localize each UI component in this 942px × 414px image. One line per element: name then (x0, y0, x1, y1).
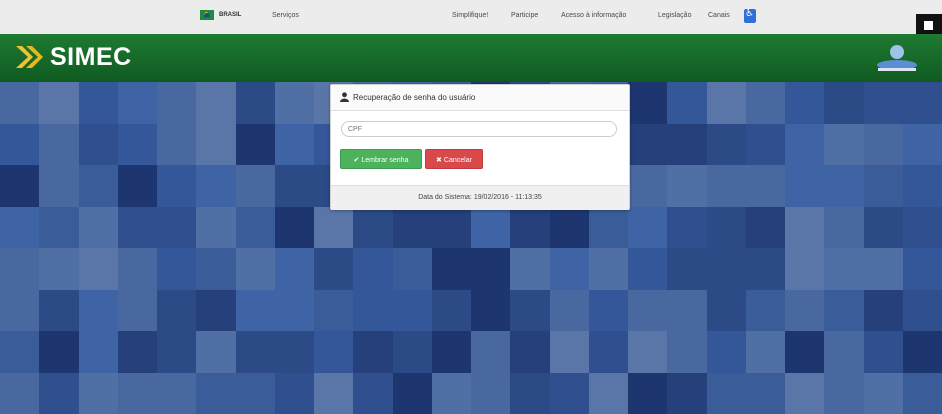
check-icon: ✔ (353, 156, 360, 164)
services-link[interactable]: Serviços (272, 12, 299, 28)
cpf-input[interactable] (341, 121, 617, 137)
cancel-button-label: Cancelar (443, 157, 472, 164)
channels-link[interactable]: Canais (708, 12, 730, 28)
password-recovery-panel: Recuperação de senha do usuário ✔Lembrar… (330, 84, 630, 210)
send-password-button[interactable]: ✔ Lembrar senha (340, 149, 422, 169)
system-date: Data do Sistema: 19/02/2016 - 11:13:35 (418, 194, 542, 201)
panel-footer: Data do Sistema: 19/02/2016 - 11:13:35 (331, 185, 629, 210)
flag-globe (204, 13, 210, 18)
close-icon: ✖ (436, 156, 442, 164)
legislation-link[interactable]: Legislação (658, 12, 691, 28)
send-button-label: Lembrar senha (361, 157, 409, 164)
access-information-link[interactable]: Acesso à informação (561, 12, 626, 28)
ministry-emblem-icon (877, 45, 917, 71)
user-icon (340, 92, 349, 102)
panel-title: Recuperação de senha do usuário (353, 93, 476, 102)
brasil-link[interactable]: BRASIL (219, 12, 241, 28)
app-header: SIMEC (0, 34, 942, 82)
government-top-bar: BRASIL Serviços Simplifique! Participe A… (0, 0, 942, 35)
cancel-button[interactable]: ✖ Cancelar (425, 149, 483, 169)
panel-header: Recuperação de senha do usuário (331, 85, 629, 111)
participe-link[interactable]: Participe (511, 12, 538, 28)
app-name: SIMEC (50, 43, 132, 71)
simplifique-link[interactable]: Simplifique! (452, 12, 488, 28)
accessibility-icon[interactable] (744, 8, 756, 23)
simec-logo-icon (16, 46, 43, 68)
